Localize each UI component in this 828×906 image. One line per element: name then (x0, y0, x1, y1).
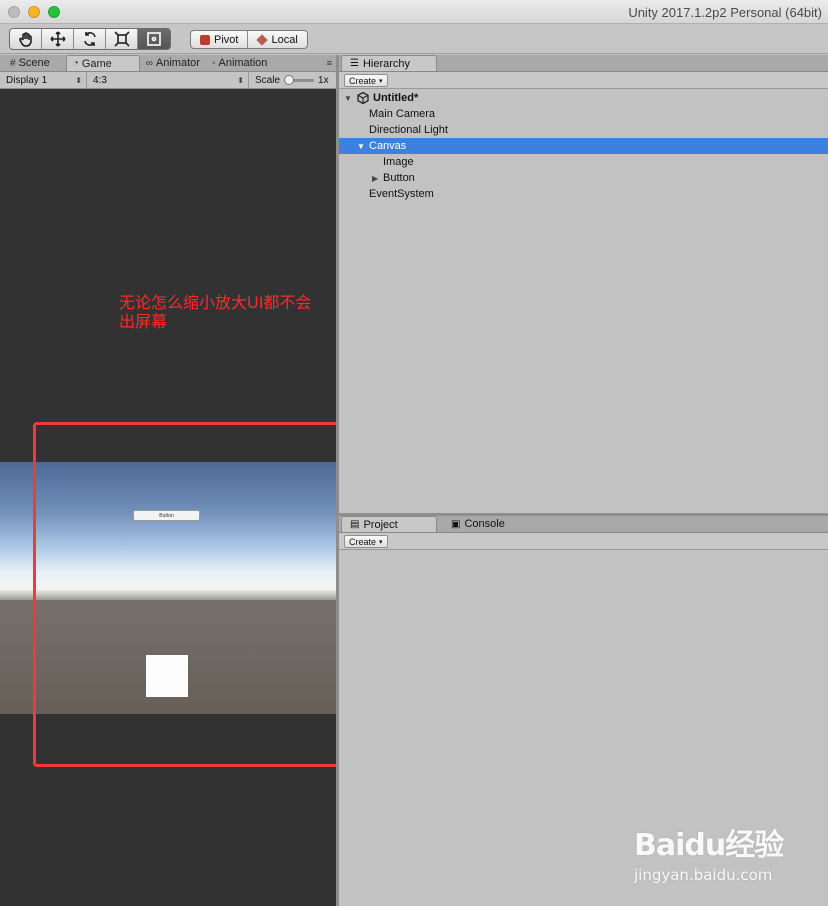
tab-game[interactable]: ◔ Game (65, 55, 140, 71)
hierarchy-create-bar: Create ▾ (339, 72, 828, 89)
console-icon: ▣ (451, 518, 461, 530)
minimize-window-button[interactable] (28, 6, 40, 18)
hierarchy-item-canvas[interactable]: ▼ Canvas (339, 138, 828, 154)
transform-tools (9, 28, 171, 50)
tab-project[interactable]: ▤ Project (341, 516, 437, 532)
pivot-label: Pivot (214, 33, 239, 46)
tab-hierarchy[interactable]: ☰ Hierarchy (341, 55, 437, 71)
watermark-logo: Baidu经验 (634, 828, 784, 863)
scale-slider-knob[interactable] (284, 74, 295, 85)
hierarchy-item-label: Button (383, 172, 415, 184)
hierarchy-item-main-camera[interactable]: Main Camera (339, 106, 828, 122)
tab-game-label: Game (81, 57, 112, 70)
expand-triangle-icon: ▼ (344, 93, 352, 103)
dropdown-arrows-icon: ⬍ (75, 75, 82, 85)
baidu-watermark: Baidu经验 jingyan.baidu.com (634, 820, 794, 884)
close-window-button[interactable] (8, 6, 20, 18)
window-title: Unity 2017.1.2p2 Personal (64bit) (628, 5, 822, 20)
display-dropdown[interactable]: Display 1 ⬍ (0, 72, 87, 88)
tab-console-label: Console (464, 518, 505, 530)
dropdown-arrows-icon: ⬍ (237, 75, 244, 85)
tab-console[interactable]: ▣ Console (443, 516, 513, 532)
hierarchy-item-directional-light[interactable]: Directional Light (339, 122, 828, 138)
hierarchy-tab-bar: ☰ Hierarchy (339, 55, 828, 72)
hierarchy-tree: ▼ Untitled* Main Camera Directional Ligh… (339, 90, 828, 202)
rect-transform-icon (147, 32, 161, 46)
watermark-url: jingyan.baidu.com (634, 866, 773, 884)
annotation-line-1: 无论怎么缩小放大UI都不会 (119, 293, 312, 312)
scene-name: Untitled* (373, 92, 419, 104)
annotation-highlight-box (33, 422, 357, 767)
scale-value: 1x (318, 74, 329, 86)
hierarchy-item-button[interactable]: ▶ Button (339, 170, 828, 186)
aspect-value: 4:3 (93, 74, 107, 86)
scale-label: Scale (255, 74, 281, 86)
hierarchy-item-label: Canvas (369, 140, 407, 152)
hierarchy-item-label: Main Camera (369, 108, 436, 120)
local-label: Local (271, 33, 298, 46)
panel-menu-icon[interactable]: ≡ (327, 58, 332, 68)
main-toolbar: Pivot Local (0, 24, 828, 54)
hand-icon (18, 32, 32, 47)
scale-icon (113, 31, 130, 47)
unity-editor-window: Unity 2017.1.2p2 Personal (64bit) Pivot … (0, 0, 828, 906)
list-icon: ☰ (350, 58, 359, 69)
create-label: Create (349, 536, 377, 547)
tab-project-label: Project (363, 518, 398, 531)
pacman-icon: ◔ (72, 58, 79, 69)
pivot-local-toggle: Pivot Local (190, 30, 308, 49)
unity-logo-icon (357, 92, 369, 104)
tab-animator-label: Animator (155, 57, 200, 69)
project-tab-bar: ▤ Project ▣ Console (339, 516, 828, 533)
project-create-bar: Create ▾ (339, 533, 828, 550)
tab-hierarchy-label: Hierarchy (362, 57, 411, 70)
title-bar: Unity 2017.1.2p2 Personal (64bit) (0, 0, 828, 24)
move-tool-button[interactable] (42, 29, 74, 49)
hierarchy-item-label: Image (383, 156, 414, 168)
hierarchy-panel: ☰ Hierarchy Create ▾ ▼ Untitled* Main Ca… (339, 55, 828, 513)
cube-icon (256, 33, 269, 46)
create-label: Create (349, 75, 377, 86)
scene-root[interactable]: ▼ Untitled* (339, 90, 828, 106)
annotation-text: 无论怎么缩小放大UI都不会 出屏幕 (119, 293, 339, 331)
tab-scene[interactable]: # Scene (4, 55, 56, 71)
rect-tool-button[interactable] (138, 29, 170, 49)
tab-scene-label: Scene (18, 57, 50, 69)
collapse-triangle-icon[interactable]: ▶ (372, 174, 378, 183)
annotation-line-2: 出屏幕 (119, 312, 168, 331)
move-arrows-icon (49, 31, 66, 47)
pivot-button[interactable]: Pivot (191, 31, 249, 48)
tab-animator[interactable]: ∞ Animator (140, 55, 206, 71)
animator-icon: ∞ (145, 57, 153, 69)
tab-animation[interactable]: ◦ Animation (206, 55, 273, 71)
game-view-toolbar: Display 1 ⬍ 4:3 ⬍ Scale 1x (0, 72, 336, 89)
left-tab-bar: # Scene ◔ Game ∞ Animator ◦ Animation ≡ (0, 55, 336, 72)
hierarchy-item-image[interactable]: Image (339, 154, 828, 170)
tab-animation-label: Animation (218, 57, 268, 69)
pivot-icon (200, 34, 210, 45)
dropdown-arrow-icon: ▾ (379, 538, 383, 546)
rotate-tool-button[interactable] (74, 29, 106, 49)
aspect-dropdown[interactable]: 4:3 ⬍ (87, 72, 249, 88)
grid-icon: # (10, 57, 16, 69)
rotate-icon (83, 32, 96, 46)
dropdown-arrow-icon: ▾ (379, 77, 383, 85)
display-value: Display 1 (6, 74, 48, 86)
hierarchy-create-button[interactable]: Create ▾ (344, 74, 388, 87)
folder-icon: ▤ (350, 519, 360, 530)
expand-triangle-icon[interactable]: ▼ (357, 142, 365, 151)
animation-icon: ◦ (211, 57, 216, 69)
hand-tool-button[interactable] (10, 29, 42, 49)
local-button[interactable]: Local (248, 31, 306, 48)
hierarchy-item-label: Directional Light (369, 124, 448, 136)
maximize-window-button[interactable] (48, 6, 60, 18)
scale-tool-button[interactable] (106, 29, 138, 49)
scale-slider[interactable] (284, 74, 315, 85)
hierarchy-item-label: EventSystem (369, 188, 434, 200)
scale-control: Scale 1x (249, 74, 329, 86)
project-create-button[interactable]: Create ▾ (344, 535, 388, 548)
hierarchy-item-eventsystem[interactable]: EventSystem (339, 186, 828, 202)
